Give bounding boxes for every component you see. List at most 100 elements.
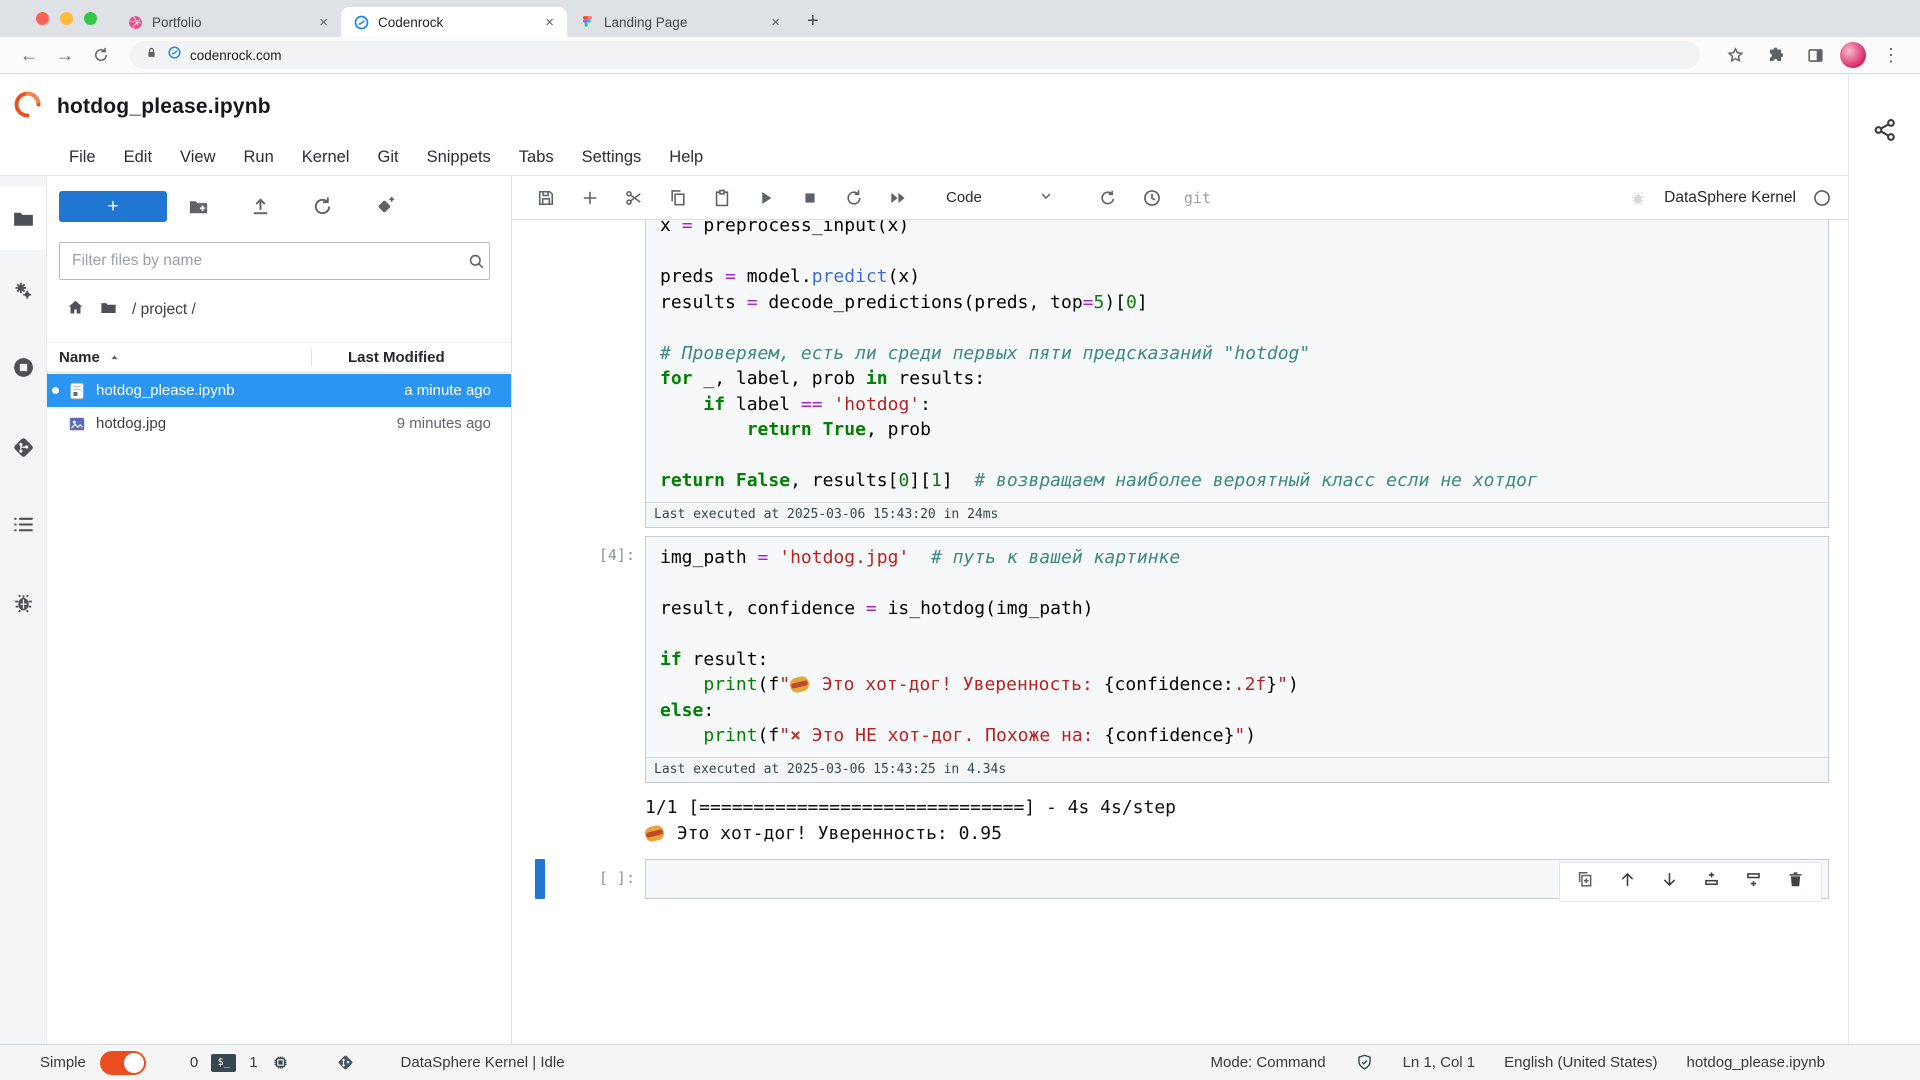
save-icon[interactable]	[536, 188, 556, 208]
sidebar-item-files[interactable]	[0, 186, 46, 250]
menu-item-help[interactable]: Help	[655, 148, 717, 167]
filter-files-input[interactable]	[59, 242, 490, 280]
side-panel-icon[interactable]	[1800, 40, 1830, 70]
code-line	[660, 570, 1814, 596]
sidebar-item-running[interactable]	[0, 341, 46, 393]
duplicate-icon[interactable]	[1576, 870, 1595, 894]
upload-icon[interactable]	[229, 195, 291, 218]
loop-icon[interactable]	[1098, 188, 1118, 208]
cell-editor[interactable]: img_path = 'hotdog.jpg' # путь к вашей к…	[645, 536, 1829, 758]
sidebar-item-git[interactable]	[0, 421, 46, 473]
column-last-modified[interactable]: Last Modified	[311, 349, 511, 366]
profile-avatar[interactable]	[1840, 42, 1866, 68]
breadcrumb-path[interactable]: / project /	[132, 301, 196, 319]
home-icon[interactable]	[66, 298, 85, 322]
browser-tab-codenrock[interactable]: Codenrock×	[341, 7, 567, 37]
kernel-name-label[interactable]: DataSphere Kernel	[1664, 189, 1796, 207]
notebook-cell[interactable]: x = preprocess_input(x) preds = model.pr…	[512, 220, 1848, 528]
kernel-chip-icon[interactable]	[271, 1053, 290, 1072]
chevron-down-icon[interactable]	[1038, 188, 1058, 208]
stop-kernel-icon[interactable]	[800, 188, 820, 208]
insert-below-icon[interactable]	[1744, 870, 1763, 894]
window-close-dot[interactable]	[36, 12, 49, 25]
debugger-bug-icon[interactable]	[1628, 188, 1648, 208]
file-list-header: Name Last Modified	[47, 342, 511, 373]
cell-output: 1/1 [==============================] - 4…	[645, 795, 1829, 847]
move-up-icon[interactable]	[1618, 870, 1637, 894]
share-icon[interactable]	[1872, 117, 1898, 1044]
file-browser-panel: +	[47, 176, 512, 1044]
breadcrumb[interactable]: / project /	[66, 298, 196, 322]
menu-item-snippets[interactable]: Snippets	[413, 148, 505, 167]
copy-cell-icon[interactable]	[668, 188, 688, 208]
add-cell-icon[interactable]	[580, 188, 600, 208]
delete-icon[interactable]	[1786, 870, 1805, 894]
cursor-position[interactable]: Ln 1, Col 1	[1403, 1054, 1476, 1071]
file-row[interactable]: hotdog_please.ipynba minute ago	[47, 374, 511, 407]
git-status-icon[interactable]	[336, 1053, 355, 1072]
move-down-icon[interactable]	[1660, 870, 1679, 894]
menu-item-run[interactable]: Run	[230, 148, 288, 167]
menu-item-git[interactable]: Git	[363, 148, 412, 167]
bookmark-star-icon[interactable]	[1720, 40, 1750, 70]
file-row[interactable]: hotdog.jpg9 minutes ago	[47, 407, 511, 440]
terminal-icon[interactable]: $_	[211, 1054, 236, 1072]
column-name[interactable]: Name	[47, 349, 311, 366]
restart-kernel-icon[interactable]	[844, 188, 864, 208]
notebook-toolbar: Code git DataSphere K	[512, 176, 1848, 220]
window-minimize-dot[interactable]	[60, 12, 73, 25]
run-all-icon[interactable]	[888, 188, 908, 208]
git-toolbar-label[interactable]: git	[1184, 189, 1211, 207]
tab-close-icon[interactable]: ×	[316, 14, 331, 31]
notebook-cell[interactable]: [4]:img_path = 'hotdog.jpg' # путь к ваш…	[512, 536, 1848, 847]
folder-icon[interactable]	[99, 298, 118, 322]
menu-dots-icon[interactable]: ⋮	[1876, 40, 1906, 70]
code-line	[660, 621, 1814, 647]
cell-editor[interactable]	[645, 859, 1829, 899]
run-cell-icon[interactable]	[756, 188, 776, 208]
refresh-icon[interactable]	[291, 195, 353, 218]
simple-mode-toggle[interactable]	[100, 1051, 146, 1075]
extensions-puzzle-icon[interactable]	[1760, 40, 1790, 70]
sidebar-item-toc[interactable]	[0, 498, 46, 550]
kernel-status-text[interactable]: DataSphere Kernel | Idle	[401, 1054, 565, 1071]
menu-item-view[interactable]: View	[166, 148, 229, 167]
window-zoom-dot[interactable]	[84, 12, 97, 25]
menu-item-tabs[interactable]: Tabs	[505, 148, 568, 167]
url-bar[interactable]: codenrock.com	[130, 41, 1700, 69]
shield-check-icon[interactable]	[1355, 1053, 1374, 1072]
new-tag-icon[interactable]	[353, 195, 415, 218]
reload-icon[interactable]	[86, 40, 116, 70]
cell-prompt	[512, 220, 645, 528]
cell-prompt: [ ]:	[512, 859, 645, 899]
terminals-count[interactable]: 0	[190, 1054, 198, 1071]
cut-cell-icon[interactable]	[624, 188, 644, 208]
new-launcher-button[interactable]: +	[59, 191, 167, 222]
back-arrow-icon[interactable]: ←	[14, 40, 44, 70]
notebook-cell[interactable]: [ ]:	[512, 859, 1848, 899]
menu-item-settings[interactable]: Settings	[568, 148, 656, 167]
history-clock-icon[interactable]	[1142, 188, 1162, 208]
code-line: x = preprocess_input(x)	[660, 220, 1814, 239]
tab-close-icon[interactable]: ×	[542, 14, 557, 31]
menu-item-kernel[interactable]: Kernel	[288, 148, 364, 167]
mode-indicator[interactable]: Mode: Command	[1211, 1054, 1326, 1071]
menu-item-file[interactable]: File	[69, 148, 110, 167]
language-indicator[interactable]: English (United States)	[1504, 1054, 1657, 1071]
browser-tab-portfolio[interactable]: Portfolio×	[115, 7, 341, 37]
new-tab-button[interactable]: +	[793, 10, 833, 37]
cell-type-dropdown[interactable]: Code	[946, 189, 982, 206]
forward-arrow-icon[interactable]: →	[50, 40, 80, 70]
tab-close-icon[interactable]: ×	[768, 14, 783, 31]
new-folder-icon[interactable]	[167, 195, 229, 218]
browser-tab-landing-page[interactable]: Landing Page×	[567, 7, 793, 37]
insert-above-icon[interactable]	[1702, 870, 1721, 894]
cell-selection-bar	[535, 859, 545, 899]
paste-cell-icon[interactable]	[712, 188, 732, 208]
menu-item-edit[interactable]: Edit	[110, 148, 166, 167]
cell-editor[interactable]: x = preprocess_input(x) preds = model.pr…	[645, 220, 1829, 503]
kernels-count[interactable]: 1	[249, 1054, 257, 1071]
kernel-status-circle-icon[interactable]	[1812, 188, 1832, 208]
sidebar-item-debugger[interactable]	[0, 576, 46, 628]
sidebar-item-sessions[interactable]	[0, 264, 46, 316]
